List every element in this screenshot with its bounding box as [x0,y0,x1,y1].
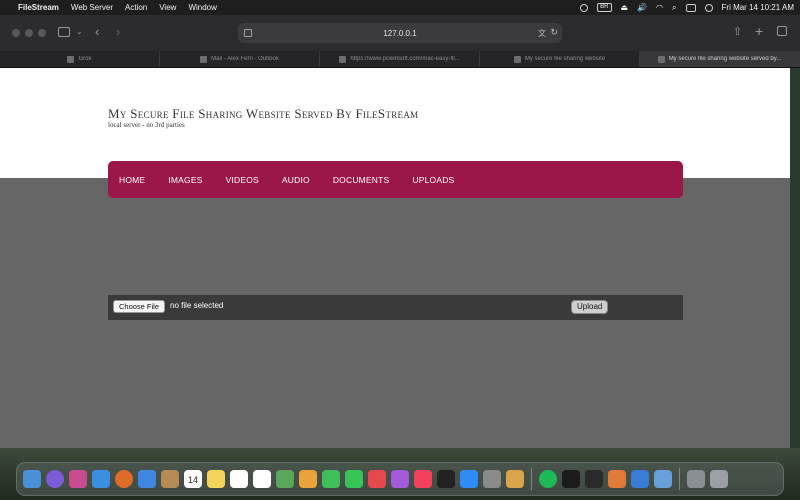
menu-action[interactable]: Action [125,3,147,12]
notes-icon[interactable] [207,470,225,488]
terminal-icon[interactable] [562,470,580,488]
nav-images[interactable]: IMAGES [168,175,202,185]
eject-icon[interactable]: ⏏ [621,3,629,12]
menu-app-name[interactable]: FileStream [18,3,59,12]
tab-label: My secure file sharing website served by… [668,56,782,62]
input-source-badge[interactable]: BR [597,3,612,12]
menu-view[interactable]: View [159,3,176,12]
xcode-icon[interactable] [631,470,649,488]
news-icon[interactable] [368,470,386,488]
address-url[interactable]: 127.0.0.1 [383,29,416,38]
site-subtitle: local server - no 3rd parties [108,121,185,129]
window-controls [12,29,46,37]
spotlight-search-icon[interactable]: ⌕ [672,3,676,13]
record-icon[interactable] [580,3,589,12]
upload-form: Choose File no file selected Upload [108,295,683,320]
firefox-icon[interactable] [115,470,133,488]
nav-home[interactable]: HOME [119,175,145,185]
tab-secure-file-sharing-served[interactable]: My secure file sharing website served by… [640,51,800,67]
tv-icon[interactable] [437,470,455,488]
tab-overview-icon[interactable] [777,26,787,36]
tab-label: Grok [78,56,92,62]
grok-favicon-icon [67,55,75,63]
messages-icon[interactable] [322,470,340,488]
tab-label: My secure file sharing website [524,56,606,62]
system-settings-icon[interactable] [483,470,501,488]
trash-icon[interactable] [710,470,728,488]
nav-uploads[interactable]: UPLOADS [412,175,454,185]
podcasts-icon[interactable] [391,470,409,488]
downloads-stack-icon[interactable] [687,470,705,488]
menu-datetime[interactable]: Fri Mar 14 10:21 AM [722,3,794,12]
pixelmator-icon[interactable] [608,470,626,488]
calendar-icon[interactable]: 14 [184,470,202,488]
sidebar-toggle-icon[interactable] [58,27,70,37]
nav-audio[interactable]: AUDIO [282,175,310,185]
address-bar[interactable]: 127.0.0.1 文 ↻ [238,23,562,43]
tab-secure-file-sharing[interactable]: My secure file sharing website [480,51,640,67]
choose-file-button[interactable]: Choose File [113,300,166,313]
reminders-icon[interactable] [253,470,271,488]
site-favicon-icon [657,55,665,63]
facetime-icon[interactable] [345,470,363,488]
web-page: My Secure File Sharing Website Served By… [0,68,790,448]
tab-label: Mail - Alex Ferri - Outlook [211,56,279,62]
chevron-down-icon[interactable]: ⌄ [76,27,83,36]
freeform-icon[interactable] [230,470,248,488]
page-settings-icon[interactable] [244,29,252,37]
calendar-day: 14 [187,475,198,485]
file-status: no file selected [170,301,224,310]
close-window-button[interactable] [12,29,20,37]
upload-button[interactable]: Upload [571,300,609,314]
spotify-icon[interactable] [539,470,557,488]
outlook-favicon-icon [200,55,208,63]
nav-documents[interactable]: DOCUMENTS [333,175,390,185]
filestream-icon[interactable] [654,470,672,488]
preview-icon[interactable] [506,470,524,488]
safari-icon[interactable] [92,470,110,488]
back-arrow-icon[interactable]: ‹ [95,24,99,39]
siri-menu-icon[interactable] [704,3,713,12]
photos-icon[interactable] [299,470,317,488]
new-tab-icon[interactable]: + [755,23,763,39]
app-store-icon[interactable] [460,470,478,488]
tab-grok[interactable]: Grok [0,51,160,67]
minimize-window-button[interactable] [25,29,33,37]
pcwinsoft-favicon-icon [339,55,347,63]
translate-icon[interactable]: 文 [538,28,546,39]
menu-web-server[interactable]: Web Server [71,3,113,12]
share-icon[interactable]: ⇧ [733,25,742,38]
control-center-icon[interactable] [685,3,696,12]
site-favicon-icon [513,55,521,63]
tab-pcwinsoft[interactable]: https://www.pcwinsoft.com/mac-easy-fil..… [320,51,480,67]
activity-monitor-icon[interactable] [585,470,603,488]
browser-toolbar: ⌄ ‹ › 127.0.0.1 文 ↻ ⇧ + [0,15,800,51]
launchpad-icon[interactable] [69,470,87,488]
tab-outlook[interactable]: Mail - Alex Ferri - Outlook [160,51,320,67]
dock: 14 [16,462,784,496]
menu-window[interactable]: Window [188,3,216,12]
site-nav: HOME IMAGES VIDEOS AUDIO DOCUMENTS UPLOA… [108,161,683,198]
site-title: My Secure File Sharing Website Served By… [108,106,419,121]
siri-icon[interactable] [46,470,64,488]
music-icon[interactable] [414,470,432,488]
contacts-icon[interactable] [161,470,179,488]
volume-icon[interactable]: 🔊 [637,3,647,12]
dock-separator [531,468,532,490]
reload-icon[interactable]: ↻ [550,27,558,38]
wifi-icon[interactable]: ◠ [656,3,663,12]
dock-separator [679,468,680,490]
finder-icon[interactable] [23,470,41,488]
tab-strip: Grok Mail - Alex Ferri - Outlook https:/… [0,51,800,68]
tab-label: https://www.pcwinsoft.com/mac-easy-fil..… [350,56,460,62]
zoom-window-button[interactable] [38,29,46,37]
forward-arrow-icon[interactable]: › [116,24,120,39]
menu-bar: FileStream Web Server Action View Window… [0,0,800,15]
nav-videos[interactable]: VIDEOS [226,175,259,185]
mail-icon[interactable] [138,470,156,488]
maps-icon[interactable] [276,470,294,488]
